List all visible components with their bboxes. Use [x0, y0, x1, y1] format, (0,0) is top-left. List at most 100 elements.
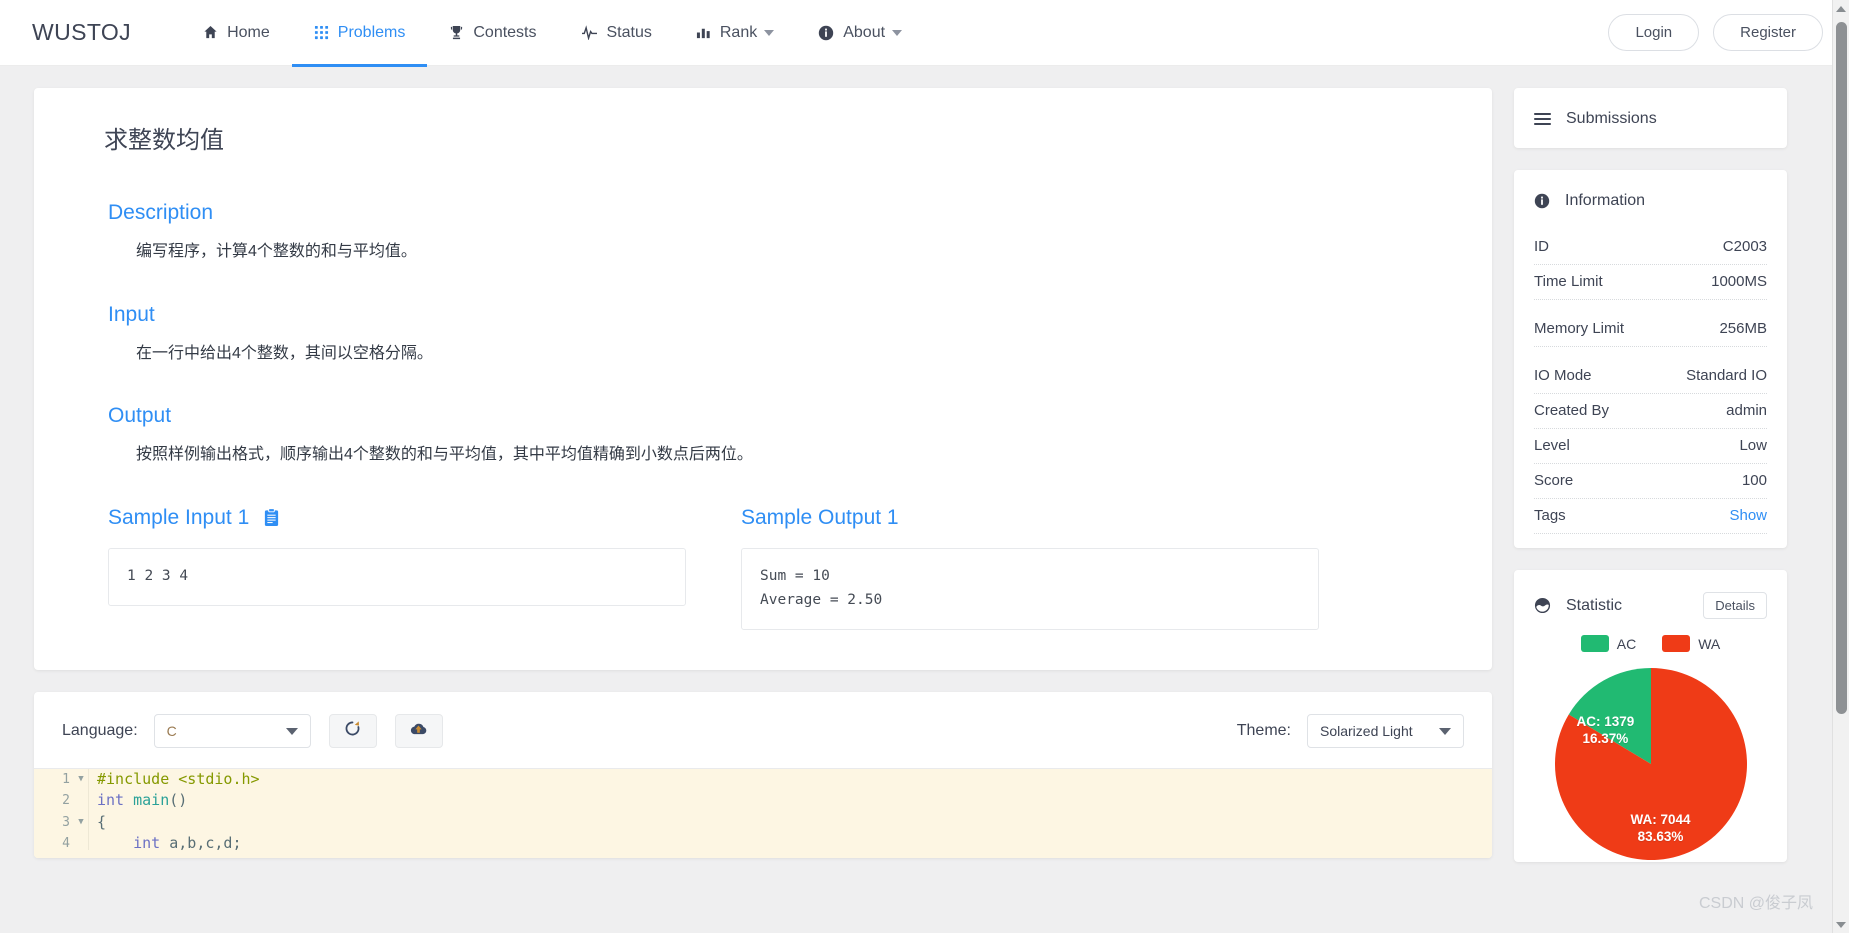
info-value: Low: [1739, 437, 1767, 454]
section-heading-output: Output: [108, 404, 172, 428]
editor-line-number: 2: [62, 793, 70, 809]
chevron-down-icon: [1439, 727, 1451, 735]
submissions-card[interactable]: Submissions: [1514, 88, 1787, 148]
statistic-card: Statistic Details AC WA AC: 1379 16.37% …: [1514, 570, 1787, 862]
nav-label-about: About: [843, 23, 886, 41]
theme-select[interactable]: Solarized Light: [1307, 713, 1464, 748]
legend-swatch-ac: [1580, 635, 1609, 652]
nav-item-status[interactable]: Status: [559, 0, 674, 66]
statistic-label: Statistic: [1566, 596, 1623, 614]
clipboard-copy-icon[interactable]: [263, 508, 280, 527]
nav-item-problems[interactable]: Problems: [291, 0, 428, 67]
info-row-spacer: [1534, 300, 1767, 312]
nav-label-status: Status: [606, 23, 652, 41]
top-navbar: WUSTOJ Home Problems Contests Status Ran…: [0, 0, 1849, 67]
login-button[interactable]: Login: [1608, 14, 1700, 51]
code-token: <stdio.h>: [178, 769, 260, 788]
list-icon: [1534, 112, 1551, 126]
info-value: C2003: [1722, 238, 1767, 255]
theme-controls: Theme: Solarized Light: [1236, 713, 1464, 748]
theme-label: Theme:: [1236, 721, 1291, 739]
code-editor-card: Language: C Theme: Solarized Light 1 ▼ #…: [34, 691, 1492, 858]
editor-line-number: 1: [62, 771, 70, 787]
pie-label-wa: WA: 7044 83.63%: [1631, 812, 1691, 846]
submit-code-button[interactable]: [394, 713, 443, 748]
register-button[interactable]: Register: [1713, 14, 1823, 51]
statistic-header: Statistic Details: [1514, 570, 1787, 629]
info-circle-icon: [1534, 193, 1550, 209]
pulse-icon: [581, 25, 598, 40]
pie-label-ac-value: AC: 1379: [1576, 714, 1635, 729]
sidebar-column: Submissions Information ID C2003 Time Limi…: [1514, 88, 1787, 933]
trophy-icon: [449, 25, 464, 40]
nav-label-home: Home: [227, 23, 270, 41]
grid-icon: [314, 25, 329, 40]
scrollbar-thumb[interactable]: [1836, 22, 1847, 714]
editor-line: 3 ▼ {: [34, 811, 1492, 834]
page-vertical-scrollbar[interactable]: [1832, 0, 1849, 933]
sample-output-heading: Sample Output 1: [741, 506, 1319, 530]
cloud-upload-icon: [409, 720, 428, 742]
scroll-up-arrow[interactable]: [1833, 0, 1849, 17]
pie-label-wa-percent: 83.63%: [1637, 828, 1684, 844]
chevron-down-icon: [892, 29, 903, 36]
nav-item-contests[interactable]: Contests: [427, 0, 558, 66]
legend-swatch-wa: [1662, 635, 1691, 652]
info-key: Created By: [1534, 402, 1610, 419]
editor-line: 2 int main(): [34, 790, 1492, 812]
info-key: Tags: [1534, 507, 1566, 524]
legend-label-ac: AC: [1616, 635, 1637, 652]
submissions-label: Submissions: [1566, 110, 1657, 127]
submissions-header: Submissions: [1514, 88, 1787, 148]
nav-item-home[interactable]: Home: [181, 0, 292, 66]
chart-legend: AC WA: [1514, 629, 1787, 666]
reset-code-button[interactable]: [328, 713, 377, 748]
bar-chart-icon: [696, 25, 711, 40]
chevron-down-icon: [1836, 921, 1846, 928]
theme-value: Solarized Light: [1320, 722, 1413, 739]
language-label: Language:: [62, 721, 138, 739]
statistic-pie-chart[interactable]: AC: 1379 16.37% WA: 7044 83.63%: [1553, 666, 1749, 862]
nav-item-about[interactable]: About: [796, 0, 924, 66]
info-key: IO Mode: [1534, 367, 1592, 384]
information-card: Information ID C2003 Time Limit 1000MS Memor…: [1514, 170, 1787, 548]
editor-horizontal-scrollbar[interactable]: [34, 849, 1492, 858]
code-editor-area[interactable]: 1 ▼ #include <stdio.h> 2 int main() 3 ▼{4 int …: [34, 767, 1492, 858]
sample-output-code: Sum = 10 Average = 2.50: [741, 547, 1319, 630]
info-key: Memory Limit: [1534, 320, 1625, 337]
code-fold-icon[interactable]: ▼: [74, 769, 88, 791]
app-viewport: WUSTOJ Home Problems Contests Status Ran…: [0, 0, 1849, 933]
info-row: ID C2003: [1534, 230, 1767, 265]
editor-line-content: #include <stdio.h>: [88, 768, 260, 791]
section-heading-description: Description: [108, 201, 214, 224]
auth-actions: Login Register: [1608, 14, 1823, 51]
info-circle-icon: [818, 25, 834, 41]
info-value-link[interactable]: Show: [1729, 507, 1767, 524]
section-heading-input: Input: [108, 302, 155, 326]
section-body-description: 编写程序，计算4个整数的和与平均值。: [136, 243, 417, 260]
brand-logo[interactable]: WUSTOJ: [32, 19, 131, 46]
legend-label-wa: WA: [1698, 635, 1721, 652]
code-fold-icon[interactable]: ▼: [74, 812, 88, 834]
information-header: Information: [1514, 170, 1787, 230]
legend-item-ac[interactable]: AC: [1580, 635, 1637, 652]
sample-output-label: Sample Output 1: [741, 505, 899, 529]
info-value: Standard IO: [1686, 367, 1767, 384]
legend-item-wa[interactable]: WA: [1662, 635, 1720, 652]
code-token: {: [97, 812, 107, 831]
editor-toolbar: Language: C Theme: Solarized Light: [34, 692, 1492, 768]
scroll-down-arrow[interactable]: [1833, 916, 1849, 933]
info-row: Level Low: [1534, 429, 1767, 464]
details-button[interactable]: Details: [1703, 592, 1767, 619]
nav-label-problems: Problems: [337, 23, 406, 41]
code-token: (): [169, 791, 188, 810]
sample-input-label: Sample Input 1: [108, 505, 250, 529]
language-select[interactable]: C: [153, 713, 311, 748]
refresh-icon: [344, 720, 361, 742]
info-row: Memory Limit 256MB: [1534, 312, 1767, 347]
nav-item-rank[interactable]: Rank: [674, 0, 796, 66]
chevron-up-icon: [1836, 5, 1846, 12]
info-row: Created By admin: [1534, 394, 1767, 429]
editor-line: 1 ▼ #include <stdio.h>: [34, 768, 1492, 791]
nav-items: Home Problems Contests Status Rank About: [181, 0, 924, 67]
